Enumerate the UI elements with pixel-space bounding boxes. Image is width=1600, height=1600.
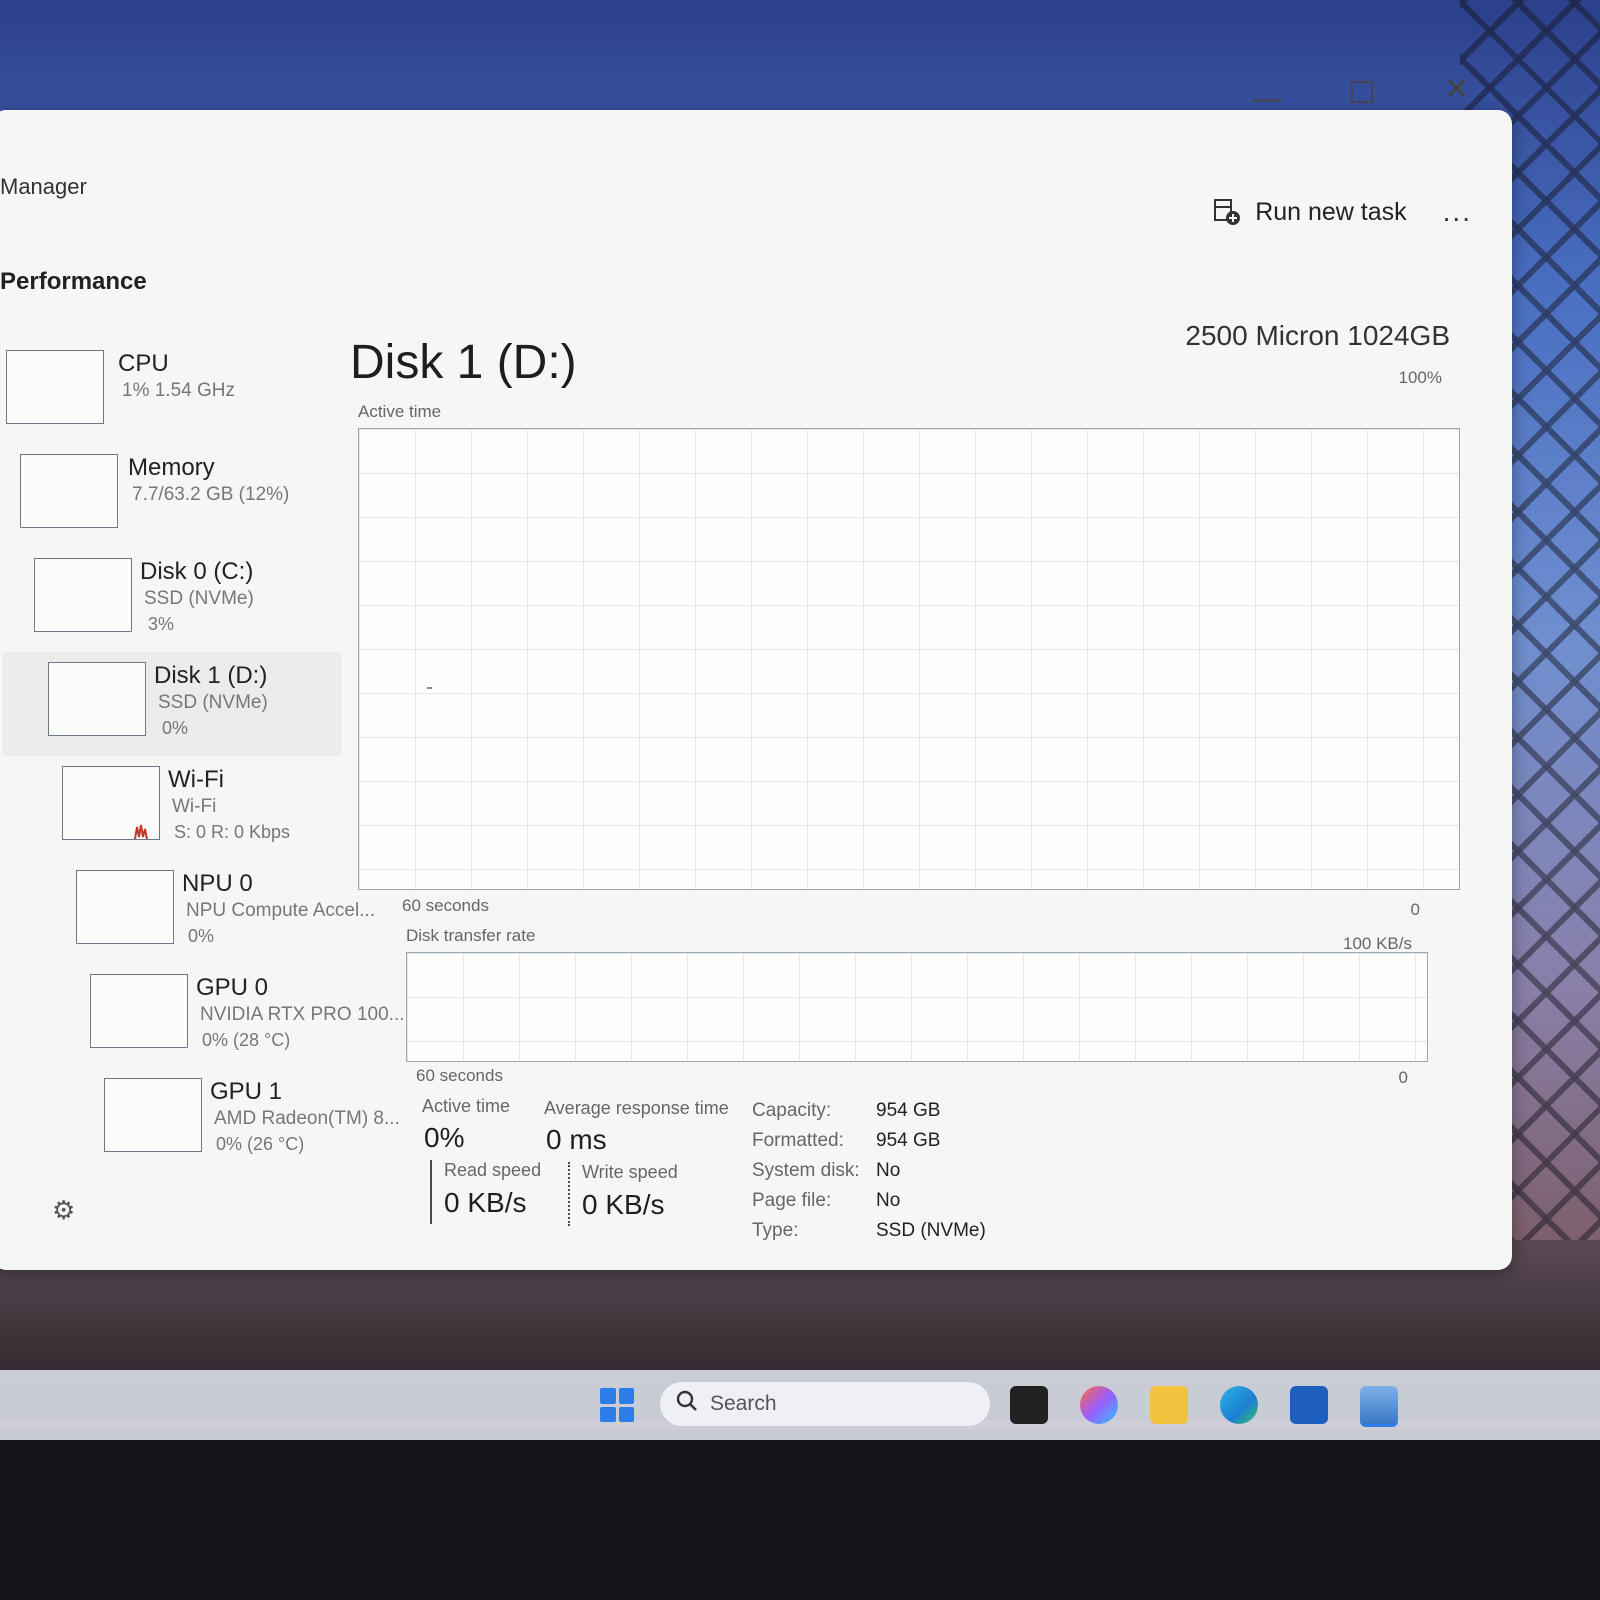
gear-icon[interactable]: ⚙: [52, 1195, 75, 1226]
run-new-task-label: Run new task: [1255, 197, 1407, 226]
maximize-button[interactable]: ☐: [1332, 76, 1392, 111]
sidebar-item-memory[interactable]: Memory 7.7/63.2 GB (12%): [2, 444, 342, 548]
sidebar-item-detail: Wi-Fi: [172, 796, 217, 817]
npu-mini-graph: [76, 870, 174, 944]
sidebar-item-label: GPU 1: [210, 1078, 283, 1105]
run-task-icon: [1213, 198, 1241, 226]
info-value: No: [876, 1160, 901, 1181]
sidebar-item-gpu-1[interactable]: GPU 1 AMD Radeon(TM) 8... 0% (26 °C): [2, 1068, 400, 1172]
disk-info-grid: Capacity: 954 GB Formatted: 954 GB Syste…: [752, 1100, 1076, 1242]
sidebar-item-gpu-0[interactable]: GPU 0 NVIDIA RTX PRO 100... 0% (28 °C): [2, 964, 405, 1068]
sidebar-item-cpu[interactable]: CPU 1% 1.54 GHz: [2, 340, 342, 444]
task-manager-window: — ☐ ✕ Manager Run new task ... Performan…: [0, 73, 1512, 1270]
sidebar-item-label: Memory: [128, 454, 215, 481]
info-key: Formatted:: [752, 1130, 844, 1151]
active-time-graph: [358, 428, 1460, 890]
more-options-button[interactable]: ...: [1443, 196, 1472, 228]
app-title: Manager: [0, 174, 87, 199]
transfer-min-label: 0: [1398, 1068, 1408, 1087]
sidebar-item-detail: 1% 1.54 GHz: [122, 380, 235, 401]
transfer-max-label: 100 KB/s: [1343, 934, 1412, 953]
sidebar-item-value: 0% (26 °C): [216, 1134, 305, 1154]
read-speed-value: 0 KB/s: [444, 1187, 527, 1218]
transfer-rate-graph: [406, 952, 1428, 1062]
info-value: No: [876, 1190, 901, 1211]
info-value: 954 GB: [876, 1100, 941, 1121]
memory-mini-graph: [20, 454, 118, 528]
performance-sidebar: CPU 1% 1.54 GHz Memory 7.7/63.2 GB (12%)…: [2, 340, 405, 1172]
sidebar-item-value: 3%: [148, 614, 175, 634]
write-speed-label: Write speed: [582, 1162, 678, 1182]
disk-model: 2500 Micron 1024GB: [1185, 320, 1450, 351]
search-icon: [676, 1390, 698, 1418]
store-icon[interactable]: [1290, 1386, 1328, 1424]
disk1-mini-graph: [48, 662, 146, 736]
cpu-mini-graph: [6, 350, 104, 424]
sidebar-item-wifi[interactable]: Wi-Fi Wi-Fi S: 0 R: 0 Kbps: [2, 756, 342, 860]
sidebar-item-detail: NVIDIA RTX PRO 100...: [200, 1004, 405, 1025]
sidebar-item-label: CPU: [118, 350, 169, 377]
info-key: Type:: [752, 1220, 799, 1241]
sidebar-item-detail: SSD (NVMe): [158, 692, 268, 713]
title-bar[interactable]: [0, 110, 1512, 170]
sidebar-item-disk-1[interactable]: Disk 1 (D:) SSD (NVMe) 0%: [2, 652, 342, 756]
wifi-mini-graph: [62, 766, 160, 840]
search-placeholder: Search: [710, 1392, 777, 1415]
disk0-mini-graph: [34, 558, 132, 632]
windows-start-icon[interactable]: [600, 1388, 634, 1422]
page-title: Performance: [0, 268, 147, 295]
sidebar-item-npu-0[interactable]: NPU 0 NPU Compute Accel... 0%: [2, 860, 375, 964]
screen-bezel: [0, 1430, 1600, 1600]
write-speed-value: 0 KB/s: [582, 1189, 665, 1220]
sidebar-item-detail: NPU Compute Accel...: [186, 900, 376, 921]
avg-response-stat-value: 0 ms: [546, 1124, 607, 1155]
active-time-chart-label: Active time: [358, 402, 442, 421]
edge-browser-icon[interactable]: [1220, 1386, 1258, 1424]
active-time-max-label: 100%: [1398, 368, 1442, 387]
sidebar-item-value: 0%: [162, 718, 189, 738]
graph-sample: [427, 687, 432, 689]
read-speed-box: Read speed 0 KB/s: [430, 1160, 541, 1224]
taskbar-search-box[interactable]: Search: [660, 1382, 990, 1426]
info-value: 954 GB: [876, 1130, 941, 1151]
taskbar: Search: [0, 1370, 1600, 1440]
sidebar-item-label: Disk 1 (D:): [154, 662, 268, 689]
sidebar-item-detail: 7.7/63.2 GB (12%): [132, 484, 290, 505]
gpu1-mini-graph: [104, 1078, 202, 1152]
sidebar-item-detail: SSD (NVMe): [144, 588, 254, 609]
sidebar-item-value: 0%: [188, 926, 215, 946]
minimize-button[interactable]: —: [1237, 82, 1297, 116]
transfer-chart-label: Disk transfer rate: [406, 926, 536, 945]
close-button[interactable]: ✕: [1427, 72, 1487, 107]
copilot-icon[interactable]: [1080, 1386, 1118, 1424]
transfer-span-label: 60 seconds: [416, 1066, 503, 1085]
task-manager-taskbar-icon[interactable]: [1360, 1386, 1398, 1427]
command-bar: Run new task ...: [1213, 196, 1472, 228]
disk-title: Disk 1 (D:): [350, 336, 577, 389]
active-time-min-label: 0: [1410, 900, 1420, 919]
sidebar-item-detail: AMD Radeon(TM) 8...: [214, 1108, 400, 1129]
sidebar-item-value: S: 0 R: 0 Kbps: [174, 822, 291, 842]
sidebar-item-value: 0% (28 °C): [202, 1030, 291, 1050]
info-key: Page file:: [752, 1190, 832, 1211]
gpu0-mini-graph: [90, 974, 188, 1048]
sidebar-item-label: GPU 0: [196, 974, 269, 1001]
sidebar-item-label: NPU 0: [182, 870, 253, 897]
sidebar-item-disk-0[interactable]: Disk 0 (C:) SSD (NVMe) 3%: [2, 548, 342, 652]
active-time-stat-value: 0%: [424, 1122, 465, 1153]
run-new-task-button[interactable]: Run new task: [1213, 197, 1407, 227]
info-value: SSD (NVMe): [876, 1220, 986, 1241]
write-speed-box: Write speed 0 KB/s: [568, 1162, 678, 1226]
sidebar-item-label: Disk 0 (C:): [140, 558, 254, 585]
task-view-icon[interactable]: [1010, 1386, 1048, 1424]
active-time-span-label: 60 seconds: [402, 896, 489, 915]
read-speed-label: Read speed: [444, 1160, 542, 1180]
avg-response-stat-label: Average response time: [544, 1098, 729, 1118]
info-key: System disk:: [752, 1160, 860, 1181]
active-time-stat-label: Active time: [422, 1096, 511, 1116]
sidebar-item-label: Wi-Fi: [168, 766, 224, 793]
info-key: Capacity:: [752, 1100, 832, 1121]
file-explorer-icon[interactable]: [1150, 1386, 1188, 1424]
